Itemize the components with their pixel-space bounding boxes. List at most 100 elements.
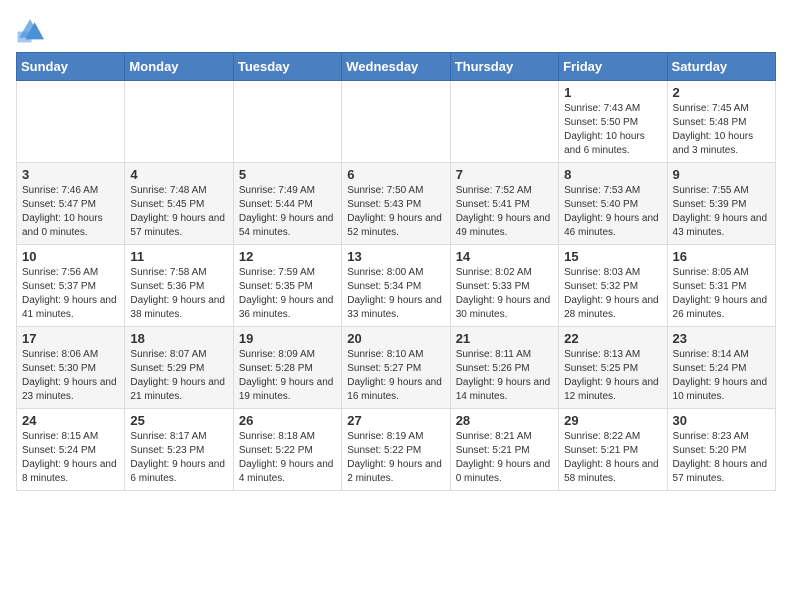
calendar-cell: 19 Sunrise: 8:09 AM Sunset: 5:28 PM Dayli…: [233, 327, 341, 409]
day-info: Sunrise: 8:03 AM Sunset: 5:32 PM Dayligh…: [564, 266, 661, 322]
calendar-cell: [17, 81, 125, 163]
day-number: 26: [239, 413, 336, 428]
day-info: Sunrise: 7:58 AM Sunset: 5:36 PM Dayligh…: [130, 266, 227, 322]
day-number: 1: [564, 85, 661, 100]
day-info: Sunrise: 8:21 AM Sunset: 5:21 PM Dayligh…: [456, 430, 553, 486]
day-info: Sunrise: 7:55 AM Sunset: 5:39 PM Dayligh…: [673, 184, 770, 240]
day-number: 14: [456, 249, 553, 264]
day-number: 15: [564, 249, 661, 264]
day-info: Sunrise: 7:50 AM Sunset: 5:43 PM Dayligh…: [347, 184, 444, 240]
week-row-1: 1 Sunrise: 7:43 AM Sunset: 5:50 PM Daylig…: [17, 81, 776, 163]
day-number: 30: [673, 413, 770, 428]
calendar-cell: 3 Sunrise: 7:46 AM Sunset: 5:47 PM Daylig…: [17, 163, 125, 245]
day-info: Sunrise: 7:52 AM Sunset: 5:41 PM Dayligh…: [456, 184, 553, 240]
calendar-cell: 7 Sunrise: 7:52 AM Sunset: 5:41 PM Daylig…: [450, 163, 558, 245]
calendar-table: SundayMondayTuesdayWednesdayThursdayFrid…: [16, 52, 776, 491]
day-number: 2: [673, 85, 770, 100]
day-info: Sunrise: 8:06 AM Sunset: 5:30 PM Dayligh…: [22, 348, 119, 404]
calendar-cell: [125, 81, 233, 163]
day-info: Sunrise: 8:00 AM Sunset: 5:34 PM Dayligh…: [347, 266, 444, 322]
day-number: 19: [239, 331, 336, 346]
day-number: 27: [347, 413, 444, 428]
day-info: Sunrise: 8:15 AM Sunset: 5:24 PM Dayligh…: [22, 430, 119, 486]
calendar-cell: 27 Sunrise: 8:19 AM Sunset: 5:22 PM Dayli…: [342, 409, 450, 491]
day-info: Sunrise: 8:07 AM Sunset: 5:29 PM Dayligh…: [130, 348, 227, 404]
calendar-cell: 9 Sunrise: 7:55 AM Sunset: 5:39 PM Daylig…: [667, 163, 775, 245]
day-number: 24: [22, 413, 119, 428]
calendar-cell: 17 Sunrise: 8:06 AM Sunset: 5:30 PM Dayli…: [17, 327, 125, 409]
day-number: 22: [564, 331, 661, 346]
calendar-cell: 4Sunrise: 7:48 AM Sunset: 5:45 PM Daylig…: [125, 163, 233, 245]
day-number: 29: [564, 413, 661, 428]
weekday-header-tuesday: Tuesday: [233, 53, 341, 81]
week-row-3: 10 Sunrise: 7:56 AM Sunset: 5:37 PM Dayli…: [17, 245, 776, 327]
calendar-cell: [233, 81, 341, 163]
calendar-cell: 22Sunrise: 8:13 AM Sunset: 5:25 PM Dayli…: [559, 327, 667, 409]
day-info: Sunrise: 7:45 AM Sunset: 5:48 PM Dayligh…: [673, 102, 770, 158]
day-info: Sunrise: 8:14 AM Sunset: 5:24 PM Dayligh…: [673, 348, 770, 404]
calendar-cell: 25Sunrise: 8:17 AM Sunset: 5:23 PM Dayli…: [125, 409, 233, 491]
week-row-5: 24 Sunrise: 8:15 AM Sunset: 5:24 PM Dayli…: [17, 409, 776, 491]
day-info: Sunrise: 8:11 AM Sunset: 5:26 PM Dayligh…: [456, 348, 553, 404]
day-number: 6: [347, 167, 444, 182]
day-info: Sunrise: 8:09 AM Sunset: 5:28 PM Dayligh…: [239, 348, 336, 404]
calendar-cell: [342, 81, 450, 163]
day-number: 5: [239, 167, 336, 182]
day-number: 20: [347, 331, 444, 346]
weekday-header-thursday: Thursday: [450, 53, 558, 81]
day-number: 9: [673, 167, 770, 182]
day-number: 28: [456, 413, 553, 428]
weekday-header-wednesday: Wednesday: [342, 53, 450, 81]
calendar-cell: 2 Sunrise: 7:45 AM Sunset: 5:48 PM Daylig…: [667, 81, 775, 163]
day-info: Sunrise: 8:18 AM Sunset: 5:22 PM Dayligh…: [239, 430, 336, 486]
calendar-cell: 20 Sunrise: 8:10 AM Sunset: 5:27 PM Dayli…: [342, 327, 450, 409]
calendar-cell: 14 Sunrise: 8:02 AM Sunset: 5:33 PM Dayli…: [450, 245, 558, 327]
day-number: 3: [22, 167, 119, 182]
weekday-header-saturday: Saturday: [667, 53, 775, 81]
calendar-cell: 13 Sunrise: 8:00 AM Sunset: 5:34 PM Dayli…: [342, 245, 450, 327]
day-info: Sunrise: 8:22 AM Sunset: 5:21 PM Dayligh…: [564, 430, 661, 486]
day-info: Sunrise: 8:05 AM Sunset: 5:31 PM Dayligh…: [673, 266, 770, 322]
logo-icon: [16, 16, 44, 44]
day-info: Sunrise: 8:23 AM Sunset: 5:20 PM Dayligh…: [673, 430, 770, 486]
weekday-header-friday: Friday: [559, 53, 667, 81]
day-number: 8: [564, 167, 661, 182]
day-info: Sunrise: 7:46 AM Sunset: 5:47 PM Dayligh…: [22, 184, 119, 240]
calendar-cell: 1 Sunrise: 7:43 AM Sunset: 5:50 PM Daylig…: [559, 81, 667, 163]
day-number: 17: [22, 331, 119, 346]
day-info: Sunrise: 8:10 AM Sunset: 5:27 PM Dayligh…: [347, 348, 444, 404]
week-row-2: 3 Sunrise: 7:46 AM Sunset: 5:47 PM Daylig…: [17, 163, 776, 245]
calendar-cell: 12Sunrise: 7:59 AM Sunset: 5:35 PM Dayli…: [233, 245, 341, 327]
day-number: 4: [130, 167, 227, 182]
day-info: Sunrise: 7:43 AM Sunset: 5:50 PM Dayligh…: [564, 102, 661, 158]
logo: [16, 16, 48, 44]
calendar-cell: 30 Sunrise: 8:23 AM Sunset: 5:20 PM Dayli…: [667, 409, 775, 491]
day-info: Sunrise: 7:56 AM Sunset: 5:37 PM Dayligh…: [22, 266, 119, 322]
day-info: Sunrise: 8:19 AM Sunset: 5:22 PM Dayligh…: [347, 430, 444, 486]
day-info: Sunrise: 7:49 AM Sunset: 5:44 PM Dayligh…: [239, 184, 336, 240]
calendar-cell: 11 Sunrise: 7:58 AM Sunset: 5:36 PM Dayli…: [125, 245, 233, 327]
calendar-cell: 6 Sunrise: 7:50 AM Sunset: 5:43 PM Daylig…: [342, 163, 450, 245]
day-info: Sunrise: 7:53 AM Sunset: 5:40 PM Dayligh…: [564, 184, 661, 240]
day-number: 18: [130, 331, 227, 346]
calendar-cell: 15 Sunrise: 8:03 AM Sunset: 5:32 PM Dayli…: [559, 245, 667, 327]
calendar-cell: 5 Sunrise: 7:49 AM Sunset: 5:44 PM Daylig…: [233, 163, 341, 245]
calendar-cell: 28 Sunrise: 8:21 AM Sunset: 5:21 PM Dayli…: [450, 409, 558, 491]
day-number: 23: [673, 331, 770, 346]
weekday-header-row: SundayMondayTuesdayWednesdayThursdayFrid…: [17, 53, 776, 81]
calendar-cell: 18 Sunrise: 8:07 AM Sunset: 5:29 PM Dayli…: [125, 327, 233, 409]
calendar-cell: [450, 81, 558, 163]
calendar-cell: 21Sunrise: 8:11 AM Sunset: 5:26 PM Dayli…: [450, 327, 558, 409]
day-number: 10: [22, 249, 119, 264]
day-info: Sunrise: 8:02 AM Sunset: 5:33 PM Dayligh…: [456, 266, 553, 322]
day-number: 11: [130, 249, 227, 264]
calendar-cell: 8 Sunrise: 7:53 AM Sunset: 5:40 PM Daylig…: [559, 163, 667, 245]
calendar-cell: 24 Sunrise: 8:15 AM Sunset: 5:24 PM Dayli…: [17, 409, 125, 491]
day-number: 25: [130, 413, 227, 428]
day-info: Sunrise: 7:59 AM Sunset: 5:35 PM Dayligh…: [239, 266, 336, 322]
day-number: 7: [456, 167, 553, 182]
calendar-cell: 16Sunrise: 8:05 AM Sunset: 5:31 PM Dayli…: [667, 245, 775, 327]
calendar-cell: 10 Sunrise: 7:56 AM Sunset: 5:37 PM Dayli…: [17, 245, 125, 327]
calendar-cell: 26 Sunrise: 8:18 AM Sunset: 5:22 PM Dayli…: [233, 409, 341, 491]
day-number: 13: [347, 249, 444, 264]
